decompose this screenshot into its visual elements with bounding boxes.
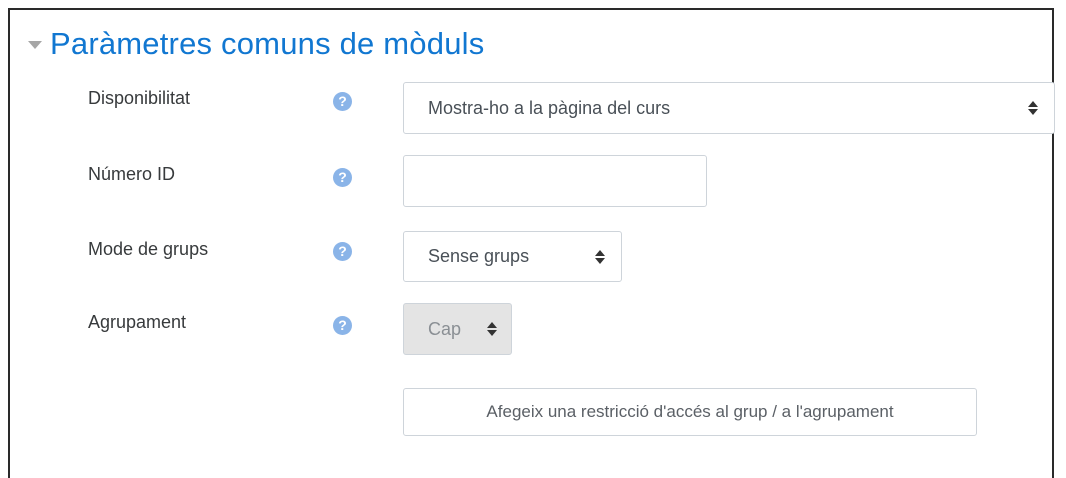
groupmode-help-icon[interactable]: ? — [333, 242, 352, 261]
grouping-select[interactable]: Cap — [403, 303, 512, 355]
groupmode-select[interactable]: Sense grups — [403, 231, 622, 282]
add-group-restriction-button[interactable]: Afegeix una restricció d'accés al grup /… — [403, 388, 977, 436]
groupmode-label: Mode de grups — [88, 239, 209, 259]
grouping-select-value: Cap — [428, 318, 462, 339]
availability-select[interactable]: Mostra-ho a la pàgina del curs — [403, 82, 1055, 134]
groupmode-select-value: Sense grups — [428, 246, 530, 266]
grouping-help-icon[interactable]: ? — [333, 316, 352, 335]
sort-updown-icon — [1028, 101, 1038, 115]
availability-label: Disponibilitat — [88, 88, 191, 108]
idnumber-help-icon[interactable]: ? — [333, 168, 352, 187]
idnumber-label: Número ID — [88, 164, 176, 184]
availability-select-value: Mostra-ho a la pàgina del curs — [428, 97, 671, 118]
sort-updown-icon — [487, 322, 497, 336]
sort-updown-icon — [595, 249, 605, 264]
idnumber-input[interactable] — [403, 155, 707, 207]
collapse-triangle-icon[interactable] — [28, 41, 42, 49]
grouping-label: Agrupament — [88, 312, 187, 332]
section-title[interactable]: Paràmetres comuns de mòduls — [50, 26, 484, 62]
section-header-toggle[interactable]: Paràmetres comuns de mòduls — [28, 26, 484, 62]
module-settings-fieldset: Paràmetres comuns de mòduls Disponibilit… — [8, 8, 1055, 478]
availability-help-icon[interactable]: ? — [333, 92, 352, 111]
